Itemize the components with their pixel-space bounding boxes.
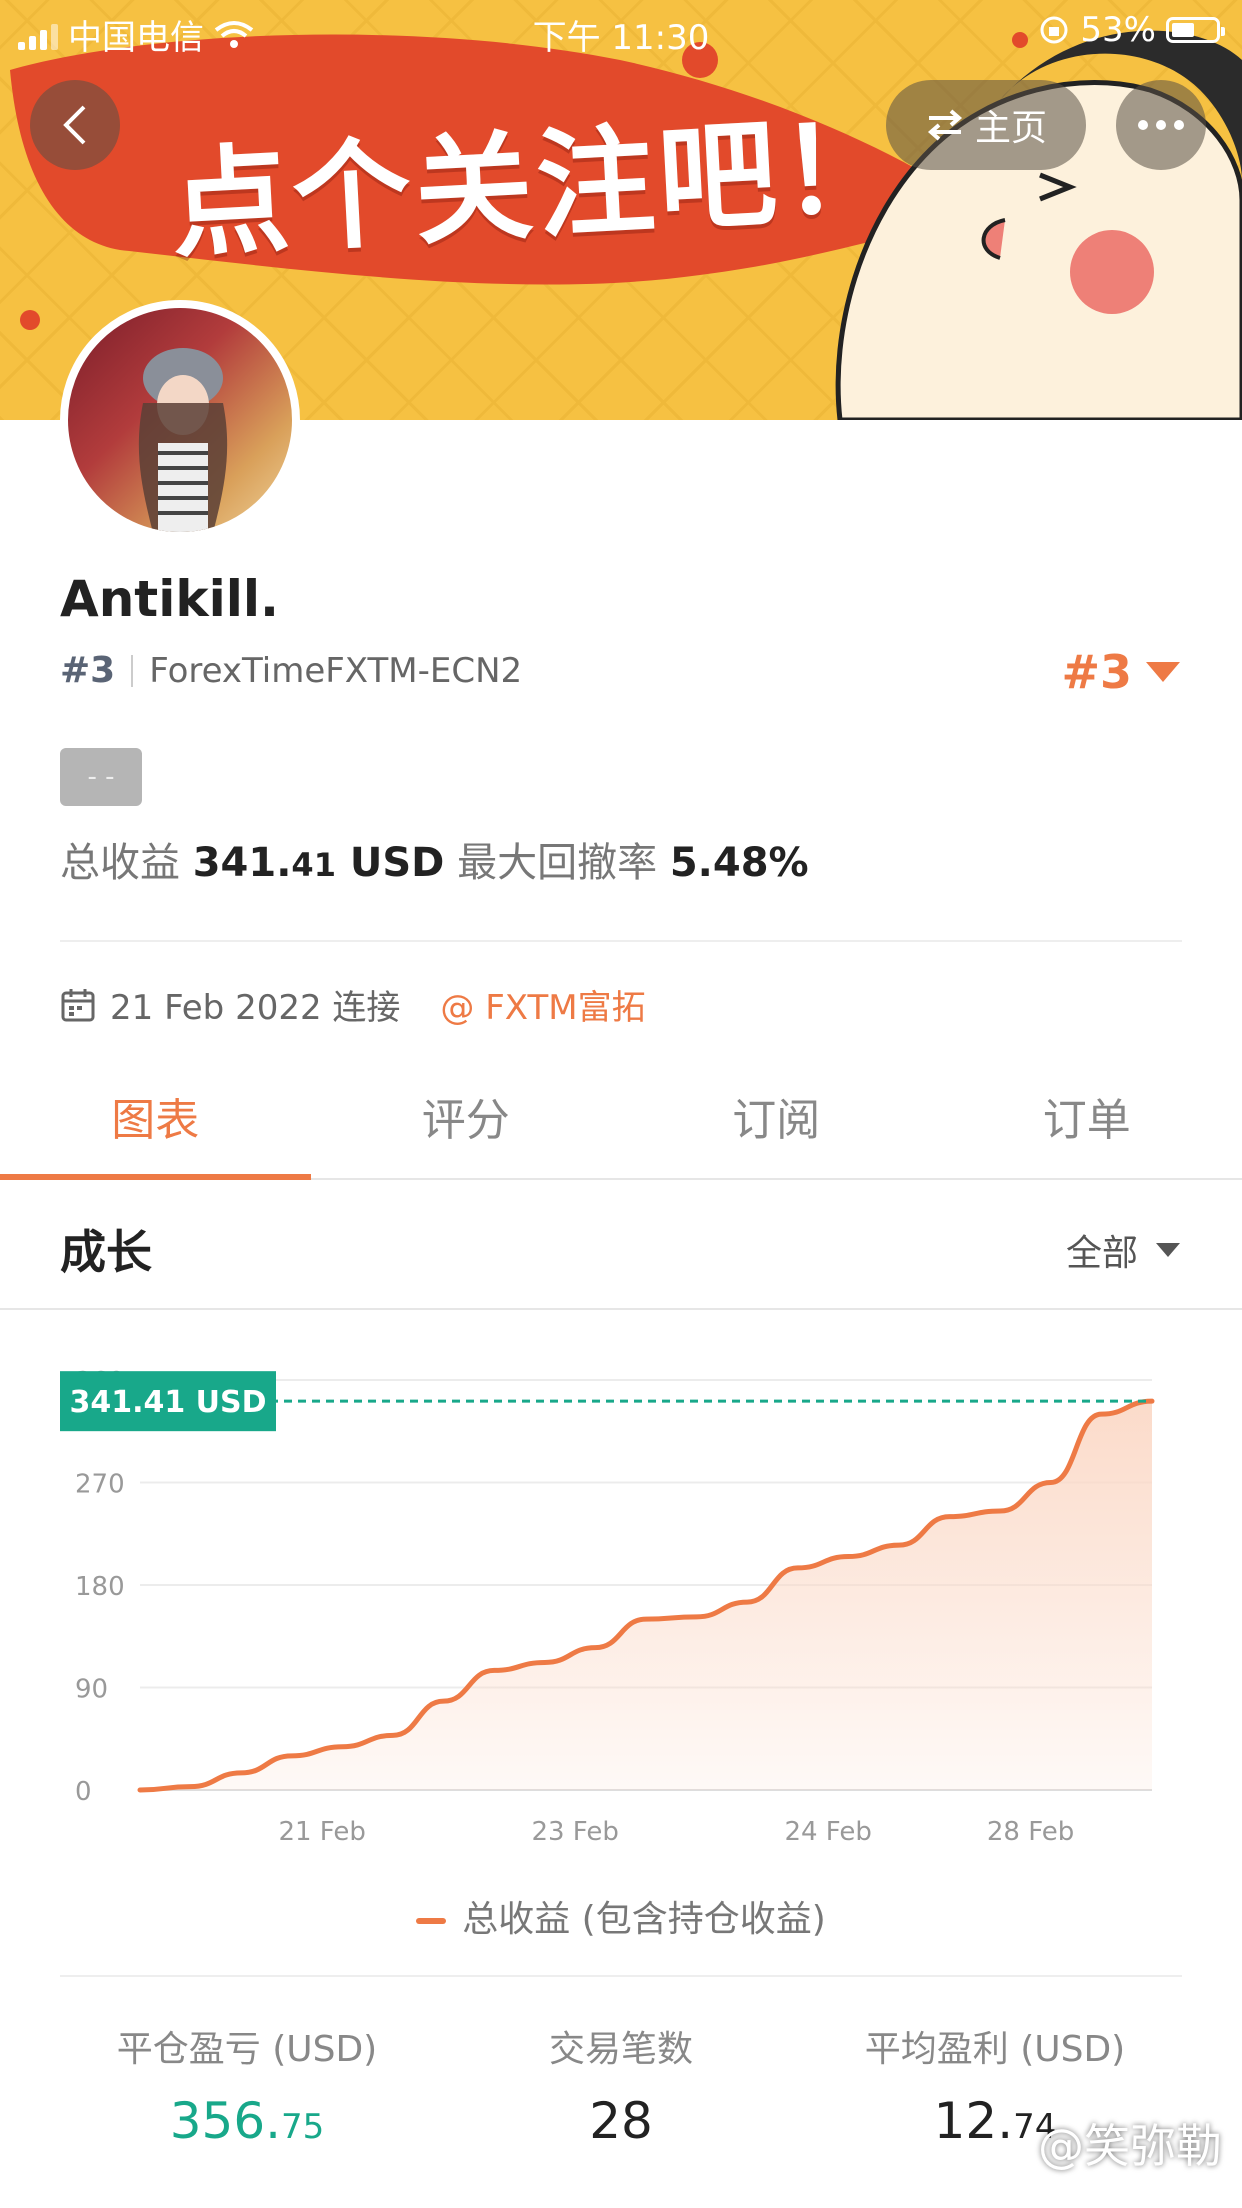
growth-section-header: 成长 全部	[0, 1180, 1242, 1310]
stat-value: 356.75	[169, 2092, 325, 2150]
tab-orders[interactable]: 订单	[932, 1080, 1242, 1178]
stat-value: 28	[589, 2092, 653, 2150]
connected-date: 21 Feb 2022 连接	[110, 988, 401, 1028]
range-filter-label: 全部	[1065, 1233, 1138, 1274]
total-profit-value: 341.41 USD	[192, 840, 445, 886]
more-dots-icon	[1138, 120, 1184, 130]
section-title: 成长	[60, 1225, 152, 1279]
stat-label: 交易笔数	[548, 2029, 693, 2070]
bottom-stats: 平仓盈亏 (USD) 356.75 交易笔数 28 平均盈利 (USD) 12.…	[60, 2020, 1182, 2150]
x-tick-label: 24 Feb	[784, 1817, 871, 1847]
stat-label: 平均盈利 (USD)	[864, 2029, 1126, 2070]
rank-separator	[131, 654, 134, 687]
battery-percent: 53%	[1080, 10, 1156, 50]
avatar[interactable]	[60, 300, 300, 540]
home-button[interactable]: 主页	[886, 80, 1086, 170]
broker-link[interactable]: @ FXTM富拓	[440, 980, 645, 1029]
tab-chart[interactable]: 图表	[0, 1080, 311, 1180]
more-button[interactable]	[1116, 80, 1206, 170]
max-drawdown-label: 最大回撤率	[457, 840, 658, 886]
divider	[60, 940, 1182, 942]
back-button[interactable]	[30, 80, 120, 170]
caret-down-icon	[1156, 1243, 1180, 1257]
avatar-person	[138, 348, 228, 532]
calendar-icon	[61, 988, 95, 1021]
chevron-left-icon	[63, 105, 86, 145]
connection-info: 21 Feb 2022 连接 @ FXTM富拓	[60, 980, 646, 1029]
tab-subscribe[interactable]: 订阅	[621, 1080, 932, 1178]
y-tick-label: 0	[75, 1777, 92, 1807]
status-bar: 中国电信 下午 11:30 53%	[0, 0, 1242, 62]
chart-legend: 总收益 (包含持仓收益)	[0, 1890, 1242, 1942]
battery-icon	[1166, 17, 1225, 43]
profile-tabs: 图表 评分 订阅 订单	[0, 1080, 1242, 1180]
total-profit-label: 总收益	[60, 840, 180, 886]
x-tick-label: 21 Feb	[278, 1817, 365, 1847]
x-tick-label: 23 Feb	[531, 1817, 618, 1847]
y-tick-label: 180	[75, 1572, 125, 1602]
legend-label: 总收益 (包含持仓收益)	[462, 1899, 826, 1940]
range-filter[interactable]: 全部	[1066, 1224, 1180, 1276]
caret-down-icon	[1146, 662, 1180, 682]
rank-label: #3	[60, 650, 116, 691]
home-button-label: 主页	[974, 108, 1047, 149]
legend-swatch	[416, 1918, 447, 1924]
stat-closed-pnl: 平仓盈亏 (USD) 356.75	[60, 2020, 434, 2150]
tab-rating[interactable]: 评分	[311, 1080, 622, 1178]
rotation-lock-icon	[1040, 16, 1068, 44]
rank-badge-label: #3	[1061, 645, 1132, 699]
y-tick-label: 90	[75, 1675, 108, 1705]
strategy-tag: - -	[60, 748, 142, 806]
rank-badge[interactable]: #3	[1061, 645, 1180, 699]
x-tick-label: 28 Feb	[987, 1817, 1074, 1847]
profit-summary: 总收益 341.41 USD 最大回撤率 5.48%	[60, 830, 809, 888]
max-drawdown-value: 5.48%	[669, 840, 809, 886]
stat-label: 平仓盈亏 (USD)	[116, 2029, 378, 2070]
area-fill	[140, 1401, 1152, 1790]
stat-trade-count: 交易笔数 28	[434, 2020, 808, 2150]
divider	[60, 1975, 1182, 1977]
current-value-label: 341.41 USD	[69, 1385, 266, 1420]
server-name: ForexTimeFXTM-ECN2	[149, 650, 523, 691]
swap-arrows-icon	[927, 109, 963, 141]
username: Antikill.	[60, 570, 279, 628]
y-tick-label: 270	[75, 1470, 125, 1500]
watermark: @笑弥勒	[1038, 2119, 1222, 2173]
rank-row: #3 ForexTimeFXTM-ECN2	[60, 650, 522, 691]
growth-chart[interactable]: 090180270360341.41 USD21 Feb23 Feb24 Feb…	[0, 1340, 1242, 1860]
